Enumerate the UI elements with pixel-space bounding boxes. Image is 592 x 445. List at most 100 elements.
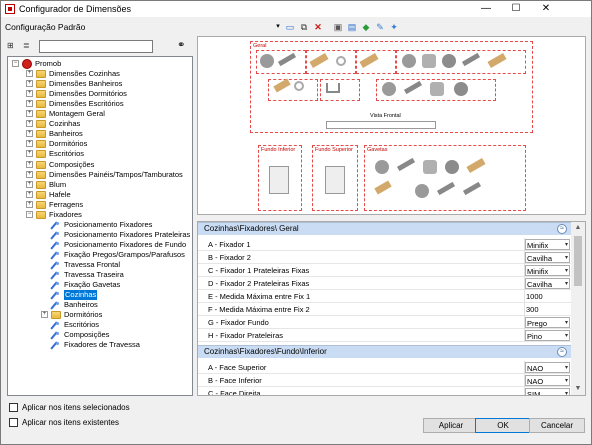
property-row[interactable]: E - Medida Máxima entre Fix 1 1000 — [198, 290, 571, 303]
tree-item[interactable]: Posicionamento Fixadores de Fundo — [8, 240, 192, 250]
tree-view[interactable]: − Promob + Dimensões Cozinhas + Dimensões Ban… — [7, 56, 193, 396]
minimize-button[interactable]: — — [471, 1, 501, 17]
property-dropdown[interactable]: Minifix ▾ — [525, 239, 570, 250]
expand-icon[interactable]: + — [26, 120, 33, 128]
tree-item[interactable]: Escritórios — [8, 320, 192, 330]
tree-item[interactable]: + Composições — [8, 160, 192, 170]
property-dropdown[interactable]: SIM ▾ — [525, 388, 570, 395]
expand-icon[interactable]: + — [26, 180, 33, 188]
property-dropdown[interactable]: Minifix ▾ — [525, 265, 570, 276]
tree-item[interactable]: + Hafele — [8, 190, 192, 200]
tree-item[interactable]: Banheiros — [8, 300, 192, 310]
property-row[interactable]: C - Fixador 1 Prateleiras Fixas Minifix ▾ — [198, 264, 571, 277]
tree-item[interactable]: Posicionamento Fixadores Prateleiras — [8, 230, 192, 240]
expand-icon[interactable]: + — [26, 140, 33, 148]
expand-tree-icon[interactable]: ⊞ — [7, 41, 14, 50]
tree-item[interactable]: − Fixadores — [8, 210, 192, 220]
scroll-thumb[interactable] — [574, 236, 582, 286]
chevron-down-icon[interactable]: ▾ — [565, 279, 568, 289]
tree-item[interactable]: − Promob — [8, 59, 192, 69]
section-header[interactable]: Cozinhas\Fixadores\ Geral ≈ — [198, 222, 571, 235]
property-row[interactable]: G - Fixador Fundo Prego ▾ — [198, 316, 571, 329]
property-dropdown[interactable]: Pino ▾ — [525, 330, 570, 341]
section-header[interactable]: Cozinhas\Fixadores\Fundo\Inferior ≈ — [198, 345, 571, 358]
collapse-icon[interactable]: − — [26, 210, 33, 218]
expand-icon[interactable]: + — [26, 160, 33, 168]
expand-icon[interactable]: + — [26, 200, 33, 208]
expand-icon[interactable]: + — [26, 190, 33, 198]
apply-existing-checkbox[interactable] — [9, 418, 18, 427]
property-value-input[interactable]: 300 — [526, 305, 539, 314]
chevron-down-icon[interactable]: ▾ — [565, 389, 568, 395]
tree-item[interactable]: + Ferragens — [8, 200, 192, 210]
expand-icon[interactable]: + — [26, 170, 33, 178]
collapse-section-icon[interactable]: ≈ — [557, 347, 567, 357]
tool-icon[interactable]: ✎ — [375, 22, 385, 32]
tree-item[interactable]: + Dimensões Dormitórios — [8, 89, 192, 99]
tree-item[interactable]: + Dimensões Escritórios — [8, 99, 192, 109]
chevron-down-icon[interactable]: ▾ — [565, 376, 568, 386]
rename-icon[interactable]: ▭ — [285, 22, 295, 32]
tree-item[interactable]: + Dormitórios — [8, 310, 192, 320]
save-icon[interactable]: ▣ — [333, 22, 343, 32]
expand-icon[interactable]: + — [26, 130, 33, 138]
property-row[interactable]: B - Fixador 2 Cavilha ▾ — [198, 251, 571, 264]
chevron-down-icon[interactable]: ▾ — [565, 363, 568, 373]
tree-item[interactable]: + Blum — [8, 180, 192, 190]
property-row[interactable]: D - Fixador 2 Prateleiras Fixas Cavilha ▾ — [198, 277, 571, 290]
property-dropdown[interactable]: NAO ▾ — [525, 375, 570, 386]
expand-icon[interactable]: + — [26, 110, 33, 118]
property-value-input[interactable]: 1000 — [526, 292, 543, 301]
vertical-scrollbar[interactable]: ▲ ▼ — [571, 222, 585, 395]
property-row[interactable]: F - Medida Máxima entre Fix 2 300 — [198, 303, 571, 316]
tree-item[interactable]: Travessa Traseira — [8, 270, 192, 280]
tree-item[interactable]: Cozinhas — [8, 290, 192, 301]
chevron-down-icon[interactable]: ▾ — [565, 318, 568, 328]
property-row[interactable]: C - Face Direita SIM ▾ — [198, 387, 571, 395]
tree-item[interactable]: Composições — [8, 330, 192, 340]
tree-item[interactable]: + Montagem Geral — [8, 109, 192, 119]
save-as-icon[interactable]: ▤ — [347, 22, 357, 32]
expand-icon[interactable]: + — [26, 80, 33, 88]
binoculars-icon[interactable]: ⚭ — [177, 40, 185, 51]
property-dropdown[interactable]: Cavilha ▾ — [525, 278, 570, 289]
import-icon[interactable]: ◆ — [361, 22, 371, 32]
apply-selected-checkbox[interactable] — [9, 403, 18, 412]
tree-item[interactable]: + Banheiros — [8, 129, 192, 139]
property-dropdown[interactable]: NAO ▾ — [525, 362, 570, 373]
tree-item[interactable]: + Dimensões Banheiros — [8, 79, 192, 89]
expand-icon[interactable]: + — [26, 90, 33, 98]
tree-item[interactable]: + Dimensões Cozinhas — [8, 69, 192, 79]
expand-icon[interactable]: + — [26, 150, 33, 158]
copy-icon[interactable]: ⧉ — [299, 22, 309, 32]
dropdown-arrow-icon[interactable]: ▾ — [273, 22, 283, 32]
tree-item[interactable]: + Cozinhas — [8, 119, 192, 129]
tree-item[interactable]: Fixação Pregos/Grampos/Parafusos — [8, 250, 192, 260]
chevron-down-icon[interactable]: ▾ — [565, 266, 568, 276]
wand-icon[interactable]: ✦ — [389, 22, 399, 32]
scroll-down-icon[interactable]: ▼ — [571, 383, 585, 395]
expand-icon[interactable]: + — [26, 100, 33, 108]
property-row[interactable]: B - Face Inferior NAO ▾ — [198, 374, 571, 387]
property-row[interactable]: H - Fixador Prateleiras Pino ▾ — [198, 329, 571, 342]
scroll-up-icon[interactable]: ▲ — [571, 222, 585, 234]
chevron-down-icon[interactable]: ▾ — [565, 331, 568, 341]
apply-button[interactable]: Aplicar — [423, 418, 479, 433]
expand-icon[interactable]: + — [26, 70, 33, 78]
tree-item[interactable]: + Escritórios — [8, 149, 192, 159]
tree-item[interactable]: Posicionamento Fixadores — [8, 220, 192, 230]
property-dropdown[interactable]: Prego ▾ — [525, 317, 570, 328]
delete-icon[interactable]: ✕ — [313, 22, 323, 32]
tree-item[interactable]: Fixadores de Travessa — [8, 340, 192, 350]
property-dropdown[interactable]: Cavilha ▾ — [525, 252, 570, 263]
property-row[interactable]: A - Fixador 1 Minifix ▾ — [198, 238, 571, 251]
chevron-down-icon[interactable]: ▾ — [565, 253, 568, 263]
collapse-icon[interactable]: − — [12, 60, 19, 67]
collapse-section-icon[interactable]: ≈ — [557, 224, 567, 234]
collapse-tree-icon[interactable]: ≣ — [23, 41, 30, 50]
cancel-button[interactable]: Cancelar — [529, 418, 585, 433]
search-input[interactable] — [39, 40, 153, 53]
property-grid[interactable]: Cozinhas\Fixadores\ Geral ≈ A - Fixador 1 M… — [197, 221, 586, 396]
chevron-down-icon[interactable]: ▾ — [565, 240, 568, 250]
expand-icon[interactable]: + — [41, 311, 48, 319]
